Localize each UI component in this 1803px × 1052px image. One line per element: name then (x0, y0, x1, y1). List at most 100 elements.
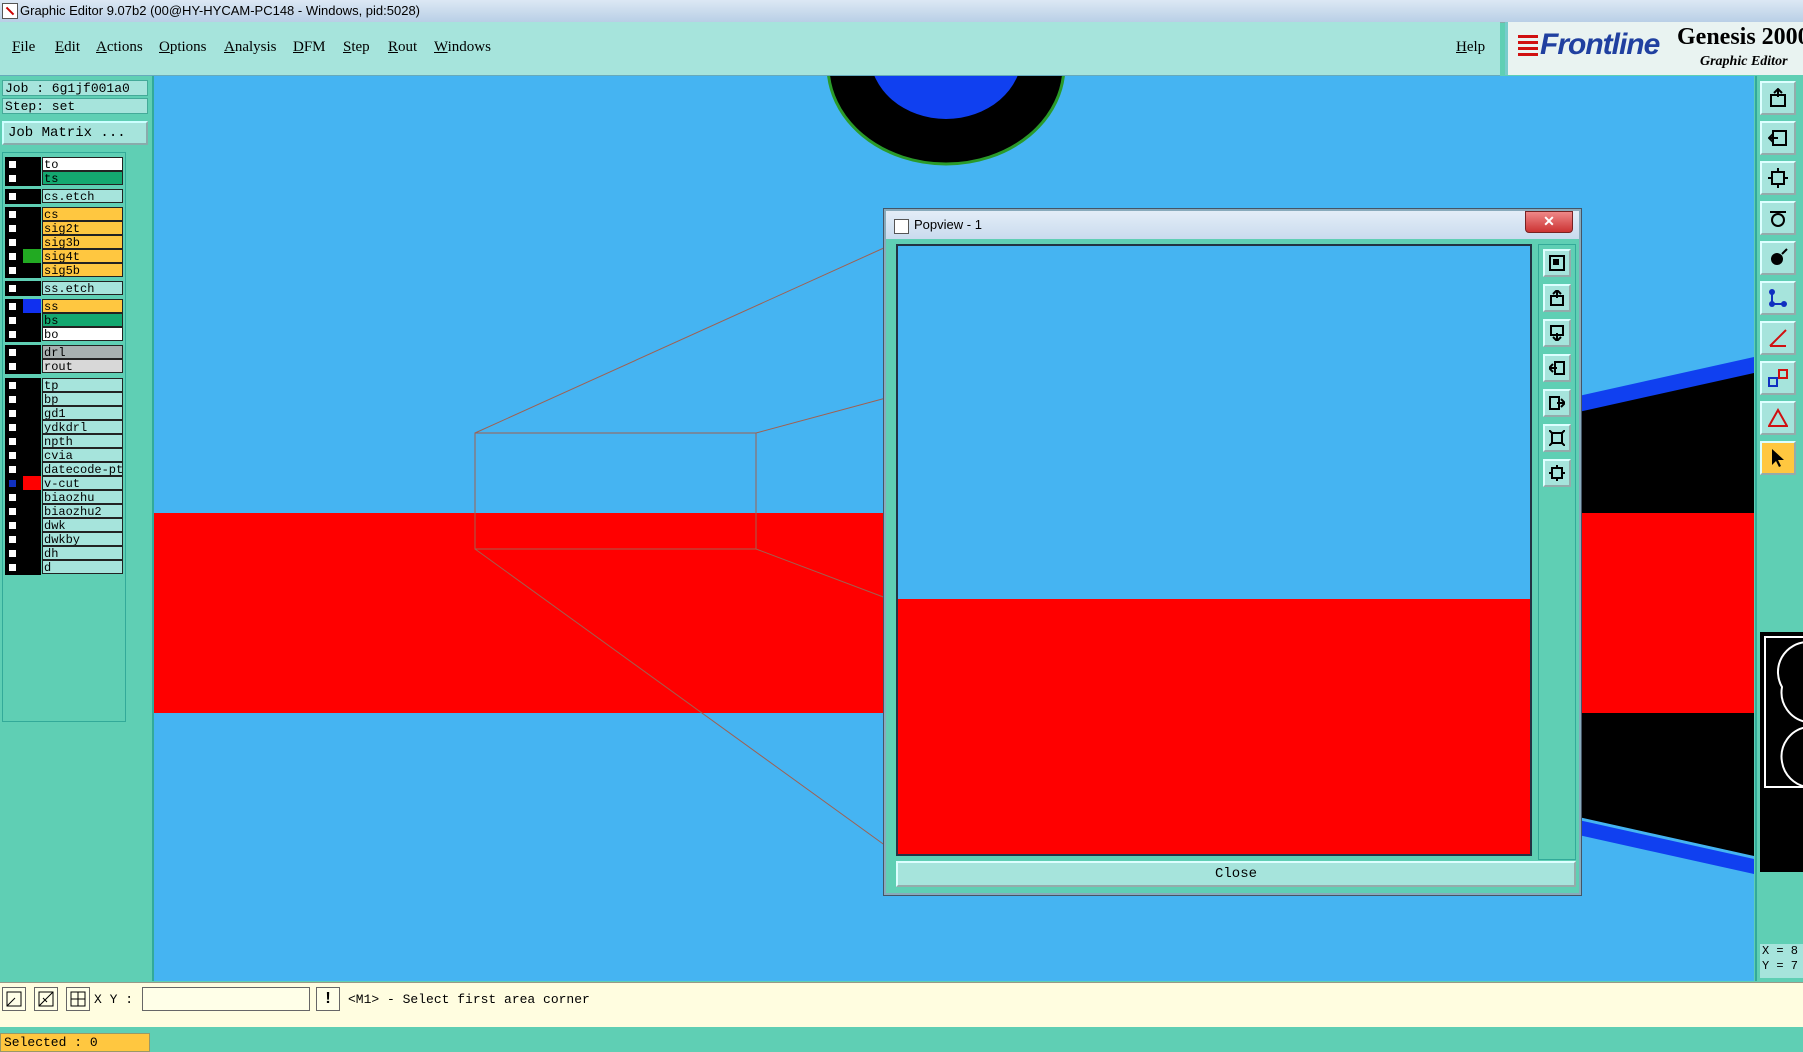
layer-name[interactable]: dwk (42, 518, 123, 532)
layer-name[interactable]: gd1 (42, 406, 123, 420)
layer-name[interactable]: cs.etch (42, 189, 123, 203)
layer-color-swatch[interactable] (23, 345, 41, 360)
menu-file[interactable]: File (12, 39, 35, 56)
menu-options[interactable]: Options (159, 39, 207, 56)
menu-rout[interactable]: Rout (388, 39, 417, 56)
layer-row-dwk[interactable]: dwk (5, 518, 123, 533)
menu-help[interactable]: Help (1456, 39, 1485, 56)
layer-color-swatch[interactable] (23, 490, 41, 505)
layer-checkbox[interactable] (8, 479, 17, 488)
popview-titlebar[interactable]: Popview - 1 (886, 211, 1579, 239)
popview-pan-right-icon[interactable] (1543, 389, 1571, 417)
layer-name[interactable]: cs (42, 207, 123, 221)
layer-row-sig5b[interactable]: sig5b (5, 263, 123, 278)
layer-color-swatch[interactable] (23, 448, 41, 463)
layer-color-swatch[interactable] (23, 434, 41, 449)
layer-row-biaozhu[interactable]: biaozhu (5, 490, 123, 505)
layer-color-swatch[interactable] (23, 189, 41, 204)
layer-color-swatch[interactable] (23, 281, 41, 296)
popview-canvas[interactable] (896, 244, 1532, 856)
xy-input[interactable] (142, 987, 310, 1011)
menu-dfm[interactable]: DFM (293, 39, 326, 56)
pan-left-button[interactable] (1760, 121, 1796, 155)
layer-color-swatch[interactable] (23, 462, 41, 477)
layer-row-biaozhu2[interactable]: biaozhu2 (5, 504, 123, 519)
layer-color-swatch[interactable] (23, 560, 41, 575)
zoom-area-icon[interactable] (2, 987, 26, 1011)
layer-checkbox[interactable] (8, 535, 17, 544)
triangle-tool-button[interactable] (1760, 401, 1796, 435)
menu-windows[interactable]: Windows (434, 39, 491, 56)
popview-close-button[interactable]: Close (896, 861, 1576, 887)
alert-icon[interactable]: ! (316, 987, 340, 1011)
layer-color-swatch[interactable] (23, 157, 41, 172)
popview-pan-left-icon[interactable] (1543, 354, 1571, 382)
layer-checkbox[interactable] (8, 252, 17, 261)
layer-name[interactable]: biaozhu (42, 490, 123, 504)
layer-color-swatch[interactable] (23, 263, 41, 278)
layer-row-gd1[interactable]: gd1 (5, 406, 123, 421)
layer-checkbox[interactable] (8, 549, 17, 558)
layer-checkbox[interactable] (8, 192, 17, 201)
popview-pan-down-icon[interactable] (1543, 319, 1571, 347)
layer-checkbox[interactable] (8, 451, 17, 460)
layer-checkbox[interactable] (8, 284, 17, 293)
select-objects-button[interactable] (1760, 361, 1796, 395)
layer-checkbox[interactable] (8, 395, 17, 404)
layer-name[interactable]: ss.etch (42, 281, 123, 295)
measure-tool-icon[interactable] (34, 987, 58, 1011)
layer-name[interactable]: bo (42, 327, 123, 341)
popview-zoom-window-icon[interactable] (1543, 249, 1571, 277)
layer-row-cs.etch[interactable]: cs.etch (5, 189, 123, 204)
layer-row-bp[interactable]: bp (5, 392, 123, 407)
layer-checkbox[interactable] (8, 210, 17, 219)
layer-checkbox[interactable] (8, 507, 17, 516)
layer-checkbox[interactable] (8, 409, 17, 418)
layer-name[interactable]: d (42, 560, 123, 574)
layer-row-ss[interactable]: ss (5, 299, 123, 314)
layer-checkbox[interactable] (8, 563, 17, 572)
layer-checkbox[interactable] (8, 348, 17, 357)
layer-color-swatch[interactable] (23, 359, 41, 374)
layer-name[interactable]: v-cut (42, 476, 123, 490)
menu-analysis[interactable]: Analysis (224, 39, 277, 56)
layer-color-swatch[interactable] (23, 327, 41, 342)
layer-name[interactable]: sig3b (42, 235, 123, 249)
layer-checkbox[interactable] (8, 238, 17, 247)
layer-row-tp[interactable]: tp (5, 378, 123, 393)
layer-color-swatch[interactable] (23, 532, 41, 547)
layer-row-dh[interactable]: dh (5, 546, 123, 561)
menu-edit[interactable]: Edit (55, 39, 80, 56)
layer-color-swatch[interactable] (23, 299, 41, 314)
popview-zoom-out-icon[interactable] (1543, 424, 1571, 452)
layer-color-swatch[interactable] (23, 378, 41, 393)
layer-color-swatch[interactable] (23, 221, 41, 236)
layer-name[interactable]: dh (42, 546, 123, 560)
layer-row-d[interactable]: d (5, 560, 123, 575)
layer-checkbox[interactable] (8, 437, 17, 446)
layer-color-swatch[interactable] (23, 313, 41, 328)
layer-color-swatch[interactable] (23, 207, 41, 222)
layer-row-cs[interactable]: cs (5, 207, 123, 222)
layer-color-swatch[interactable] (23, 504, 41, 519)
zoom-home-button[interactable] (1760, 81, 1796, 115)
job-matrix-button[interactable]: Job Matrix ... (2, 121, 148, 145)
layer-checkbox[interactable] (8, 302, 17, 311)
layer-row-cvia[interactable]: cvia (5, 448, 123, 463)
layer-checkbox[interactable] (8, 316, 17, 325)
layer-color-swatch[interactable] (23, 171, 41, 186)
layer-name[interactable]: datecode-pt (42, 462, 123, 476)
layer-row-v-cut[interactable]: v-cut (5, 476, 123, 491)
menu-step[interactable]: Step (343, 39, 370, 56)
layer-row-sig4t[interactable]: sig4t (5, 249, 123, 264)
popview-close-x-button[interactable]: ✕ (1525, 211, 1573, 233)
layer-checkbox[interactable] (8, 423, 17, 432)
nodes-button[interactable] (1760, 281, 1796, 315)
layer-row-datecode-pt[interactable]: datecode-pt (5, 462, 123, 477)
pointer-tool-button[interactable] (1760, 441, 1796, 475)
layer-color-swatch[interactable] (23, 546, 41, 561)
layer-color-swatch[interactable] (23, 420, 41, 435)
angle-button[interactable] (1760, 321, 1796, 355)
layer-checkbox[interactable] (8, 521, 17, 530)
layer-color-swatch[interactable] (23, 235, 41, 250)
